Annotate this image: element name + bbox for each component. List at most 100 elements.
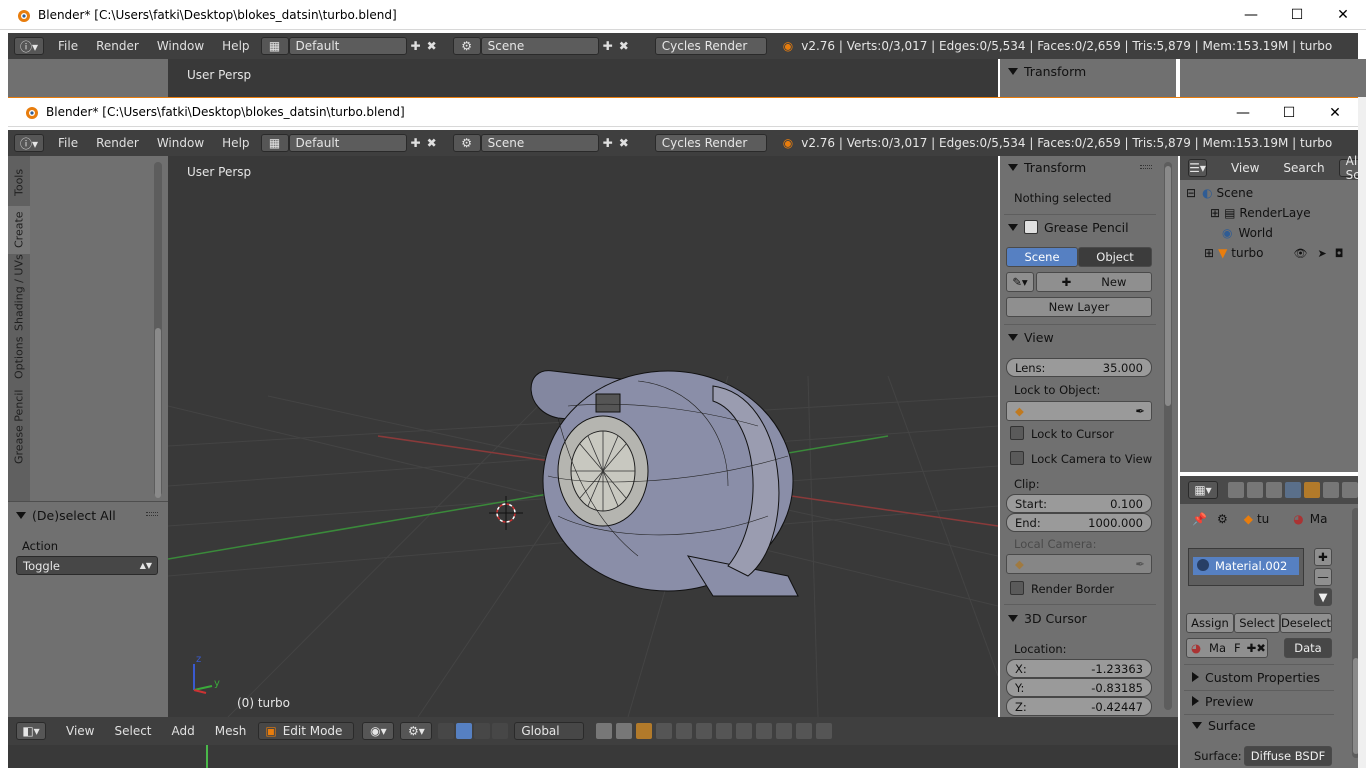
pivot-select[interactable]: ⚙▾	[400, 722, 433, 740]
render-border-checkbox[interactable]	[1010, 581, 1024, 595]
layout-browse-icon[interactable]: ▦	[260, 134, 289, 152]
remove-scene-icon[interactable]: ✖	[619, 39, 629, 53]
tab-tools[interactable]: Tools	[8, 160, 30, 204]
add-scene-icon[interactable]: ✚	[603, 39, 613, 53]
outliner-editor-type-icon[interactable]: ☰▾	[1188, 159, 1207, 177]
outliner-row-renderlayer[interactable]: ⊞ ▤ RenderLaye	[1210, 206, 1311, 220]
gp-browse-icon[interactable]: ✎▾	[1006, 272, 1034, 292]
local-camera-field[interactable]: ◆ ✒	[1006, 554, 1152, 574]
add-slot-button[interactable]: ✚	[1314, 548, 1332, 566]
operator-header[interactable]: (De)select All	[8, 504, 168, 526]
view-header[interactable]: View	[1000, 326, 1054, 348]
outliner-menu-search[interactable]: Search	[1283, 161, 1324, 175]
toolshelf-scrollbar[interactable]	[154, 162, 162, 498]
info-editor-type-icon[interactable]: ⓘ▾	[14, 37, 44, 55]
turbo-mesh[interactable]	[530, 370, 799, 597]
menu-help[interactable]: Help	[222, 136, 249, 150]
close-button[interactable]: ✕	[1312, 98, 1358, 128]
select-button[interactable]: Select	[1234, 613, 1280, 633]
mode-select[interactable]: ▣ Edit Mode	[258, 722, 355, 740]
grease-pencil-header[interactable]: Grease Pencil	[1000, 216, 1129, 238]
clip-end-field[interactable]: End: 1000.000	[1006, 513, 1152, 532]
scene-name-field[interactable]: Scene	[480, 37, 599, 55]
lock-camera-checkbox[interactable]	[1010, 451, 1024, 465]
menu-render[interactable]: Render	[96, 39, 139, 53]
render-engine-select[interactable]: Cycles Render	[654, 134, 767, 152]
transform-orientation-select[interactable]: Global	[514, 722, 585, 740]
add-layout-icon[interactable]: ✚	[411, 136, 421, 150]
viewport-shading-select[interactable]: ◉▾	[362, 722, 395, 740]
menu-help[interactable]: Help	[222, 39, 249, 53]
lock-object-field[interactable]: ◆ ✒	[1006, 401, 1152, 421]
surface-header[interactable]: Surface	[1184, 714, 1256, 736]
action-select[interactable]: Toggle ▲▼	[16, 556, 158, 575]
current-frame-marker[interactable]	[206, 745, 208, 768]
properties-context-tabs[interactable]	[1228, 482, 1358, 498]
preview-header[interactable]: Preview	[1184, 690, 1254, 712]
minimize-button[interactable]: —	[1220, 98, 1266, 128]
tab-options[interactable]: Options	[8, 332, 30, 384]
remove-slot-button[interactable]: —	[1314, 568, 1332, 586]
gp-new-layer-button[interactable]: New Layer	[1006, 297, 1152, 317]
maximize-button[interactable]: ☐	[1266, 98, 1312, 128]
remove-layout-icon[interactable]: ✖	[427, 39, 437, 53]
lens-field[interactable]: Lens: 35.000	[1006, 358, 1152, 377]
properties-editor-type-icon[interactable]: ▦▾	[1188, 481, 1218, 499]
outliner-menu-view[interactable]: View	[1231, 161, 1259, 175]
surface-shader-select[interactable]: Diffuse BSDF	[1244, 746, 1332, 766]
slot-menu-button[interactable]: ▼	[1314, 588, 1332, 606]
maximize-button[interactable]: ☐	[1274, 0, 1320, 30]
minimize-button[interactable]: —	[1228, 0, 1274, 30]
material-slot-list[interactable]: Material.002	[1188, 548, 1304, 586]
layout-name-field[interactable]: Default	[288, 134, 407, 152]
lock-to-cursor-checkbox[interactable]	[1010, 426, 1024, 440]
add-scene-icon[interactable]: ✚	[603, 136, 613, 150]
layout-browse-icon[interactable]: ▦	[260, 37, 289, 55]
menu-window[interactable]: Window	[157, 39, 204, 53]
menu-file[interactable]: File	[58, 39, 78, 53]
cursor-y-field[interactable]: Y: -0.83185	[1006, 678, 1152, 697]
transform-header[interactable]: Transform	[1000, 156, 1178, 178]
material-datablock[interactable]: ◕ Ma F ✚✖	[1186, 638, 1268, 658]
manipulator-buttons[interactable]	[438, 723, 509, 739]
close-button[interactable]: ✕	[1320, 0, 1366, 30]
properties-scrollbar[interactable]	[1164, 162, 1172, 710]
viewport-menu-view[interactable]: View	[66, 724, 94, 738]
add-layout-icon[interactable]: ✚	[411, 39, 421, 53]
render-engine-select[interactable]: Cycles Render	[654, 37, 767, 55]
viewport-tool-buttons[interactable]	[596, 723, 833, 739]
gp-new-button[interactable]: ✚ New	[1036, 272, 1152, 292]
menu-window[interactable]: Window	[157, 136, 204, 150]
outliner-row-turbo[interactable]: ⊞ ▼ turbo 👁 ➤ ◘	[1204, 246, 1343, 260]
clip-start-field[interactable]: Start: 0.100	[1006, 494, 1152, 513]
viewport-menu-mesh[interactable]: Mesh	[215, 724, 247, 738]
cursor-x-field[interactable]: X: -1.23363	[1006, 659, 1152, 678]
remove-scene-icon[interactable]: ✖	[619, 136, 629, 150]
tab-create[interactable]: Create	[8, 206, 30, 254]
gp-object-button[interactable]: Object	[1078, 247, 1152, 267]
timeline[interactable]	[8, 745, 1178, 768]
cursor-z-field[interactable]: Z: -0.42447	[1006, 697, 1152, 716]
viewport-editor-type-icon[interactable]: ◧▾	[16, 722, 46, 740]
scene-browse-icon[interactable]: ⚙	[452, 134, 481, 152]
3d-viewport[interactable]: User Persp z y (0) turbo	[168, 156, 998, 717]
info-editor-type-icon[interactable]: ⓘ▾	[14, 134, 44, 152]
outliner-row-scene[interactable]: ⊟ ◐ Scene	[1186, 186, 1253, 200]
assign-button[interactable]: Assign	[1186, 613, 1234, 633]
scene-browse-icon[interactable]: ⚙	[452, 37, 481, 55]
scene-name-field[interactable]: Scene	[480, 134, 599, 152]
material-link-select[interactable]: Data	[1284, 638, 1332, 658]
viewport-menu-select[interactable]: Select	[114, 724, 151, 738]
menu-render[interactable]: Render	[96, 136, 139, 150]
gp-scene-button[interactable]: Scene	[1006, 247, 1078, 267]
remove-layout-icon[interactable]: ✖	[427, 136, 437, 150]
menu-file[interactable]: File	[58, 136, 78, 150]
layout-name-field[interactable]: Default	[288, 37, 407, 55]
tab-grease-pencil[interactable]: Grease Pencil	[8, 386, 30, 468]
3d-cursor-header[interactable]: 3D Cursor	[1000, 607, 1199, 629]
viewport-menu-add[interactable]: Add	[172, 724, 195, 738]
deselect-button[interactable]: Deselect	[1280, 613, 1332, 633]
grease-pencil-checkbox[interactable]	[1024, 220, 1038, 234]
outliner-row-world[interactable]: ◉ World	[1222, 226, 1273, 240]
tab-shading-uvs[interactable]: Shading / UVs	[8, 254, 30, 332]
